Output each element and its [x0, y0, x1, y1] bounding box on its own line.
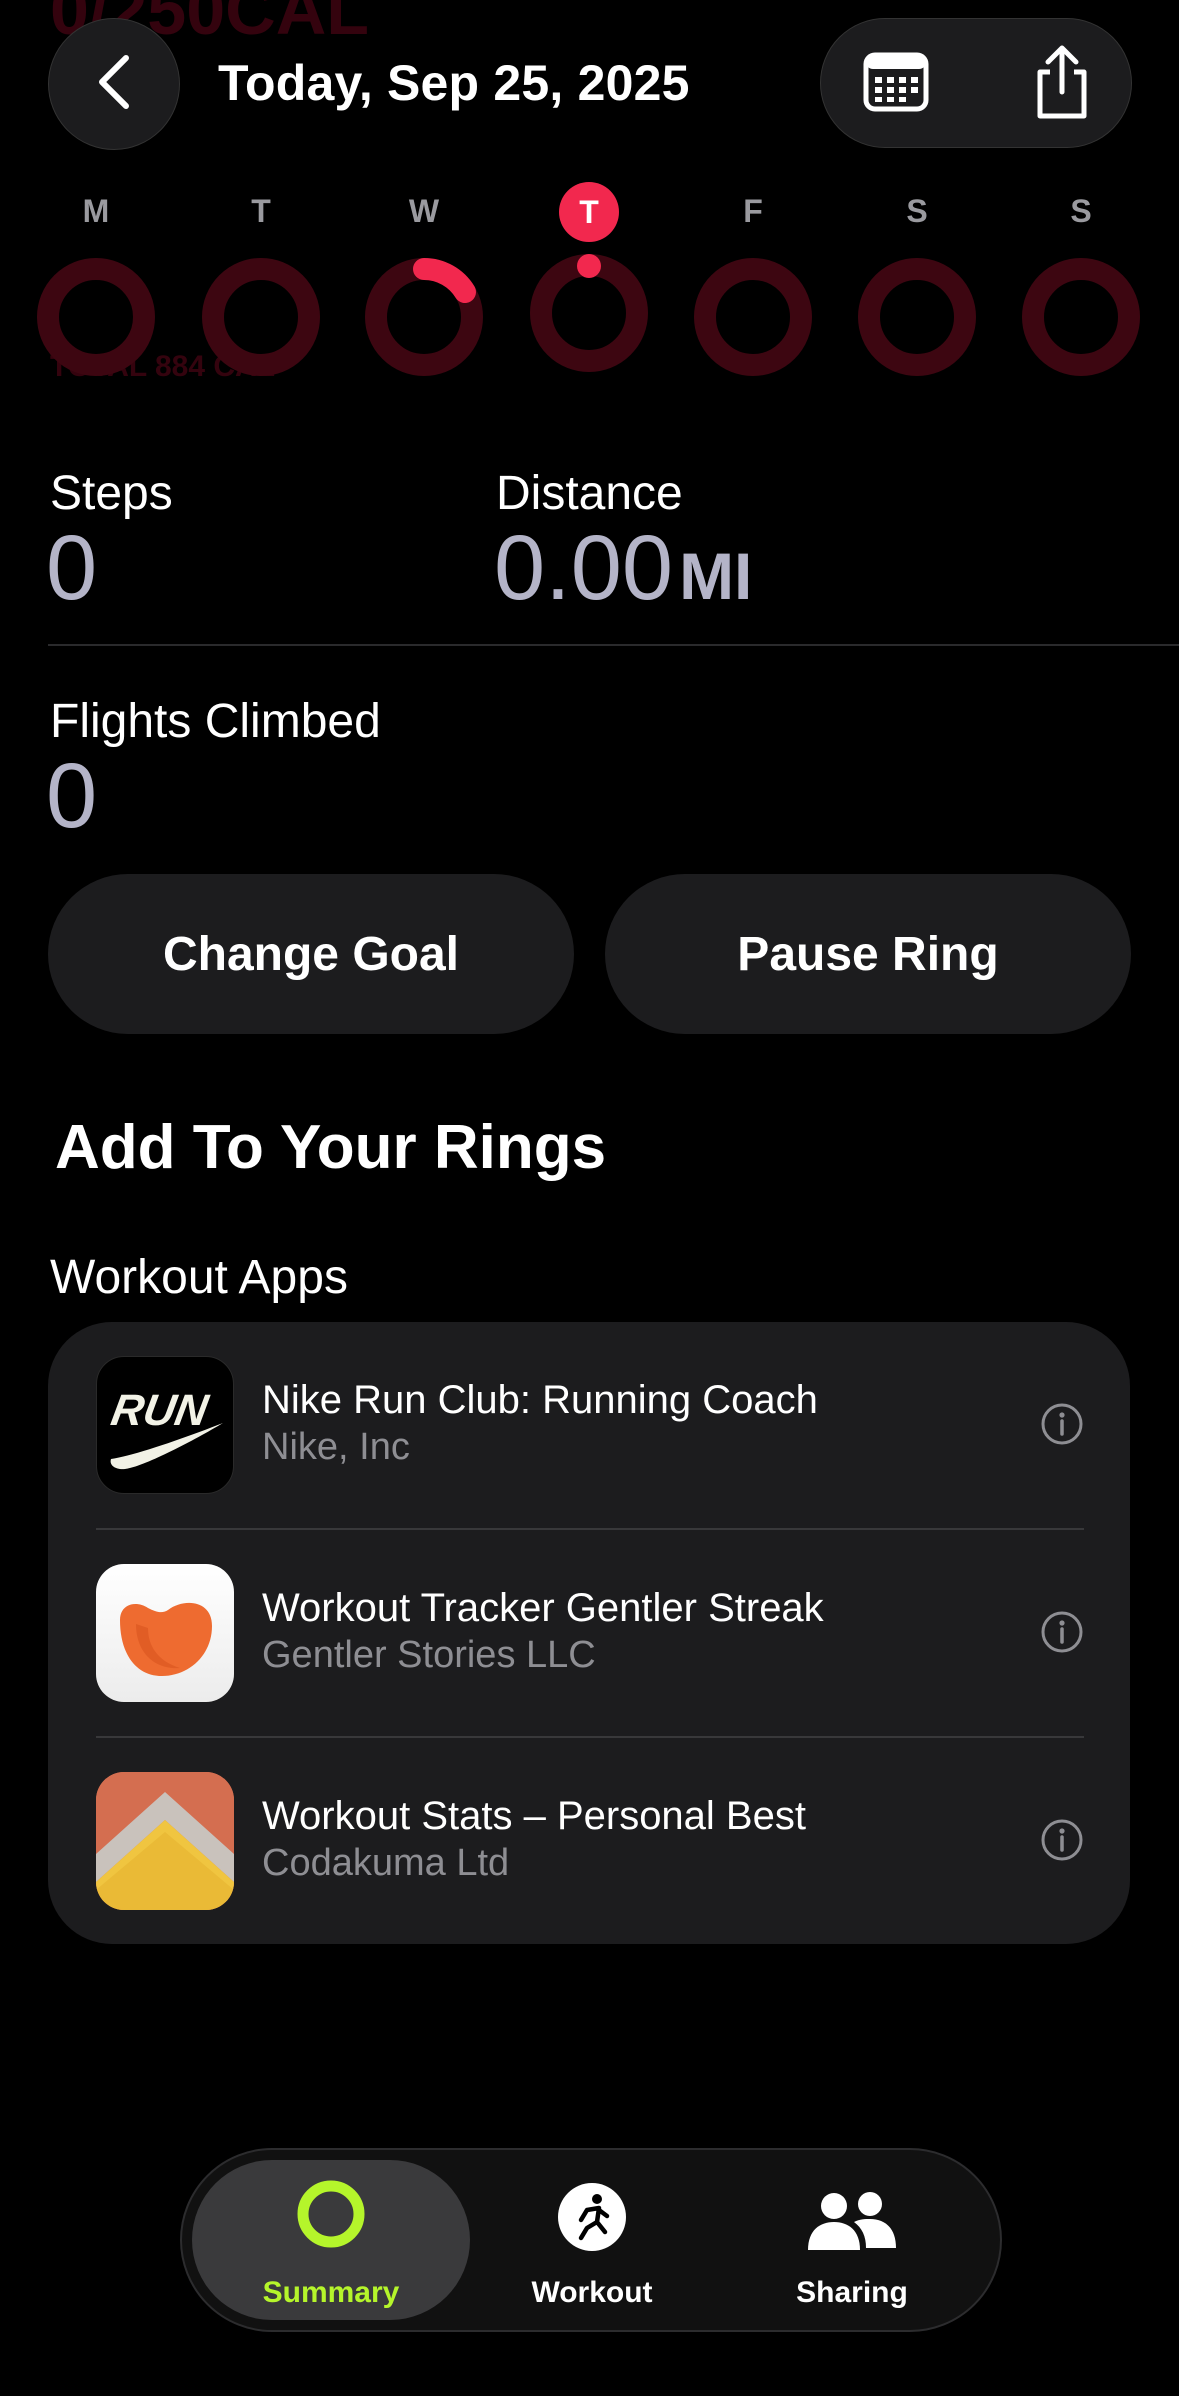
calendar-icon — [863, 51, 929, 118]
move-ring — [202, 258, 320, 376]
running-figure-icon — [557, 2182, 627, 2257]
app-developer: Gentler Stories LLC — [262, 1634, 596, 1676]
day-thursday-today[interactable]: T — [524, 182, 654, 374]
day-letter: S — [906, 193, 928, 229]
share-button[interactable] — [1027, 45, 1097, 119]
workout-apps-subhead: Workout Apps — [50, 1251, 348, 1304]
change-goal-button[interactable]: Change Goal — [48, 874, 574, 1034]
workout-apps-list: RUN Nike Run Club: Running Coach Nike, I… — [48, 1322, 1130, 1944]
tab-label: Workout — [531, 2276, 653, 2309]
day-letter: S — [1070, 193, 1092, 229]
app-row-gentler-streak[interactable]: Workout Tracker Gentler Streak Gentler S… — [48, 1530, 1130, 1738]
flights-label: Flights Climbed — [50, 695, 381, 748]
app-developer: Codakuma Ltd — [262, 1842, 510, 1884]
chevron-left-icon — [92, 52, 136, 117]
day-sunday[interactable]: S — [1016, 190, 1146, 378]
day-wednesday[interactable]: W — [359, 190, 489, 378]
day-letter: M — [82, 193, 110, 229]
pause-ring-button[interactable]: Pause Ring — [605, 874, 1131, 1034]
tab-sharing[interactable]: Sharing — [712, 2160, 992, 2320]
distance-label: Distance — [496, 467, 683, 520]
tab-label: Summary — [262, 2276, 400, 2309]
day-letter: T — [559, 182, 619, 242]
today-progress-dot — [577, 254, 601, 278]
tab-bar: Summary Workout Sharing — [180, 2148, 1002, 2332]
day-saturday[interactable]: S — [852, 190, 982, 378]
distance-value: 0.00 — [494, 517, 674, 619]
nike-run-club-icon-text: RUN — [108, 1386, 213, 1435]
app-name: Nike Run Club: Running Coach — [262, 1378, 818, 1422]
move-ring — [694, 258, 812, 376]
calendar-button[interactable] — [861, 49, 931, 119]
page-title: Today, Sep 25, 2025 — [218, 55, 690, 111]
day-tuesday[interactable]: T — [196, 190, 326, 378]
move-ring — [1022, 258, 1140, 376]
steps-value: 0 — [46, 517, 98, 619]
info-icon[interactable] — [1040, 1610, 1084, 1654]
day-letter: F — [743, 193, 763, 229]
distance-unit: MI — [679, 539, 753, 613]
info-icon[interactable] — [1040, 1402, 1084, 1446]
people-icon — [804, 2190, 900, 2257]
app-row-personal-best[interactable]: Workout Stats – Personal Best Codakuma L… — [48, 1738, 1130, 1946]
distance-display: 0.00MI — [494, 516, 752, 621]
header-action-group — [820, 18, 1132, 148]
personal-best-icon — [96, 1772, 234, 1910]
section-title: Add To Your Rings — [55, 1113, 607, 1182]
back-button[interactable] — [48, 18, 180, 150]
move-ring — [365, 258, 483, 376]
day-letter: W — [408, 193, 440, 229]
stats-divider — [48, 644, 1179, 646]
share-icon — [1032, 44, 1092, 125]
day-monday[interactable]: M — [31, 190, 161, 378]
app-name: Workout Stats – Personal Best — [262, 1794, 806, 1838]
tab-summary[interactable]: Summary — [192, 2160, 470, 2320]
day-letter: T — [251, 193, 271, 229]
move-ring — [858, 258, 976, 376]
tab-workout[interactable]: Workout — [472, 2160, 712, 2320]
app-name: Workout Tracker Gentler Streak — [262, 1586, 824, 1630]
nike-run-club-icon: RUN — [96, 1356, 234, 1494]
tab-label: Sharing — [796, 2276, 908, 2309]
info-icon[interactable] — [1040, 1818, 1084, 1862]
day-friday[interactable]: F — [688, 190, 818, 378]
activity-summary-screen: 0/250CAL TOTAL 884 CAL Today, Sep 25, 20… — [0, 0, 1179, 2396]
steps-label: Steps — [50, 467, 173, 520]
move-ring — [37, 258, 155, 376]
gentler-streak-icon — [96, 1564, 234, 1702]
week-ring-strip: M T W T F S S — [0, 182, 1179, 390]
app-developer: Nike, Inc — [262, 1426, 410, 1468]
flights-value: 0 — [46, 745, 98, 847]
activity-ring-icon — [295, 2178, 367, 2255]
app-row-nike-run-club[interactable]: RUN Nike Run Club: Running Coach Nike, I… — [48, 1322, 1130, 1530]
